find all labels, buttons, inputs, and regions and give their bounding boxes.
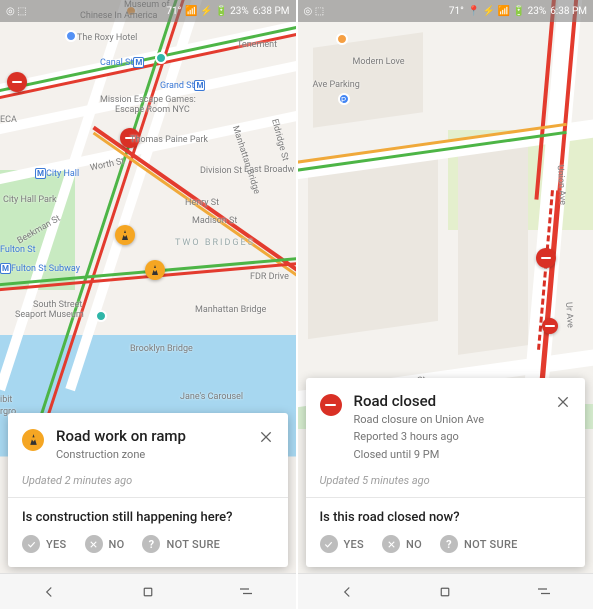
map-label: The Roxy Hotel xyxy=(77,33,137,43)
android-navbar xyxy=(298,573,594,609)
map-label: FDR Drive xyxy=(250,272,289,282)
x-icon xyxy=(382,535,400,553)
map-label[interactable]: MCity Hall xyxy=(35,168,79,179)
map-label[interactable]: MFulton St Subway xyxy=(0,263,80,274)
answer-label: YES xyxy=(344,538,365,551)
map-label[interactable]: Canal StM xyxy=(100,57,144,68)
check-icon xyxy=(22,535,40,553)
map-label: Escape Room NYC xyxy=(115,105,190,115)
status-temp: 71° xyxy=(166,6,181,17)
prompt-text: Is this road closed now? xyxy=(320,510,572,525)
map-label: ECA xyxy=(0,115,17,125)
close-button[interactable] xyxy=(551,390,575,414)
map-label: Thomas Paine Park xyxy=(130,135,208,145)
phone-left: ◎ ⬚ 71° 📶 ⚡ 🔋 23% 6:38 PM xyxy=(0,0,298,609)
answer-yes[interactable]: YES xyxy=(22,535,67,553)
card-updated: Updated 5 minutes ago xyxy=(320,474,572,487)
building xyxy=(458,145,528,355)
map-label: Madison St xyxy=(192,216,237,226)
card-sub3: Closed until 9 PM xyxy=(354,447,485,462)
answer-label: NO xyxy=(406,538,422,551)
answer-label: NOT SURE xyxy=(166,538,220,551)
card-title: Road closed xyxy=(354,392,485,410)
map-label[interactable]: Grand StM xyxy=(160,80,205,91)
question-icon: ? xyxy=(142,535,160,553)
answer-label: NOT SURE xyxy=(464,538,518,551)
road-work-icon xyxy=(22,429,44,451)
map-label: Mission Escape Games: xyxy=(100,95,196,105)
phone-right: ◎ ⬚ 71° 📍 ⚡ 📶 🔋 23% 6:38 PM P Modern Lov… xyxy=(298,0,595,609)
answer-notsure[interactable]: ? NOT SURE xyxy=(142,535,220,553)
incident-card: Road work on ramp Construction zone Upda… xyxy=(8,413,288,567)
check-icon xyxy=(320,535,338,553)
map-label: TWO BRIDGES xyxy=(175,238,255,248)
answer-no[interactable]: NO xyxy=(382,535,422,553)
map-label: Henry St xyxy=(185,198,219,208)
road-closed-icon xyxy=(320,394,342,416)
road-closed-icon[interactable] xyxy=(7,72,27,92)
map-label: City Hall Park xyxy=(3,195,57,205)
status-signal: 📍 ⚡ 📶 🔋 23% xyxy=(468,6,546,17)
map-label[interactable]: Fulton St xyxy=(0,245,36,255)
question-icon: ? xyxy=(440,535,458,553)
card-title: Road work on ramp xyxy=(56,427,186,445)
answer-label: YES xyxy=(46,538,67,551)
road-closed-icon[interactable] xyxy=(542,318,558,334)
status-time: 6:38 PM xyxy=(253,6,290,17)
road-closed-icon[interactable] xyxy=(536,248,556,268)
card-sub1: Road closure on Union Ave xyxy=(354,412,485,427)
map-label: Tenement xyxy=(237,40,277,50)
map-label: Jane's Carousel xyxy=(180,392,243,402)
road-work-icon[interactable] xyxy=(145,260,165,280)
status-signal: 📶 ⚡ 🔋 23% xyxy=(185,6,248,17)
map-label: Division St xyxy=(200,166,242,176)
map-label: Ave Parking xyxy=(313,80,360,90)
answer-yes[interactable]: YES xyxy=(320,535,365,553)
map-label: Eldridge St xyxy=(269,118,290,162)
map-label: Ur Ave xyxy=(563,302,575,328)
android-navbar xyxy=(0,573,296,609)
map-label: ibit xyxy=(0,395,12,405)
status-left-icons: ◎ ⬚ xyxy=(6,6,27,17)
answer-label: NO xyxy=(109,538,125,551)
map-label: Union Ave xyxy=(554,165,567,206)
back-button[interactable] xyxy=(317,574,377,609)
home-button[interactable] xyxy=(118,574,178,609)
poi-icon[interactable] xyxy=(95,310,107,322)
prompt-text: Is construction still happening here? xyxy=(22,510,274,525)
recents-button[interactable] xyxy=(514,574,574,609)
status-bar: ◎ ⬚ 71° 📍 ⚡ 📶 🔋 23% 6:38 PM xyxy=(298,0,594,22)
road-work-icon[interactable] xyxy=(115,225,135,245)
home-button[interactable] xyxy=(415,574,475,609)
map-label: Brooklyn Bridge xyxy=(130,344,193,354)
close-button[interactable] xyxy=(254,425,278,449)
card-updated: Updated 2 minutes ago xyxy=(22,474,274,487)
answer-no[interactable]: NO xyxy=(85,535,125,553)
incident-card: Road closed Road closure on Union Ave Re… xyxy=(306,378,586,567)
card-subtitle: Construction zone xyxy=(56,447,186,462)
poi-icon[interactable] xyxy=(336,33,348,45)
answer-notsure[interactable]: ? NOT SURE xyxy=(440,535,518,553)
map-label: Modern Love xyxy=(353,57,405,67)
x-icon xyxy=(85,535,103,553)
status-temp: 71° xyxy=(449,6,464,17)
card-sub2: Reported 3 hours ago xyxy=(354,429,485,444)
parking-icon[interactable]: P xyxy=(338,93,350,105)
map-label: Manhattan Bridge xyxy=(230,125,262,196)
recents-button[interactable] xyxy=(216,574,276,609)
status-bar: ◎ ⬚ 71° 📶 ⚡ 🔋 23% 6:38 PM xyxy=(0,0,296,22)
poi-icon[interactable] xyxy=(65,30,77,42)
status-left-icons: ◎ ⬚ xyxy=(304,6,325,17)
poi-icon[interactable] xyxy=(155,52,167,64)
map-label: South Street xyxy=(33,300,82,310)
map-label: Seaport Museum xyxy=(15,310,84,320)
status-time: 6:38 PM xyxy=(550,6,587,17)
back-button[interactable] xyxy=(19,574,79,609)
map-label: Manhattan Bridge xyxy=(195,305,266,315)
